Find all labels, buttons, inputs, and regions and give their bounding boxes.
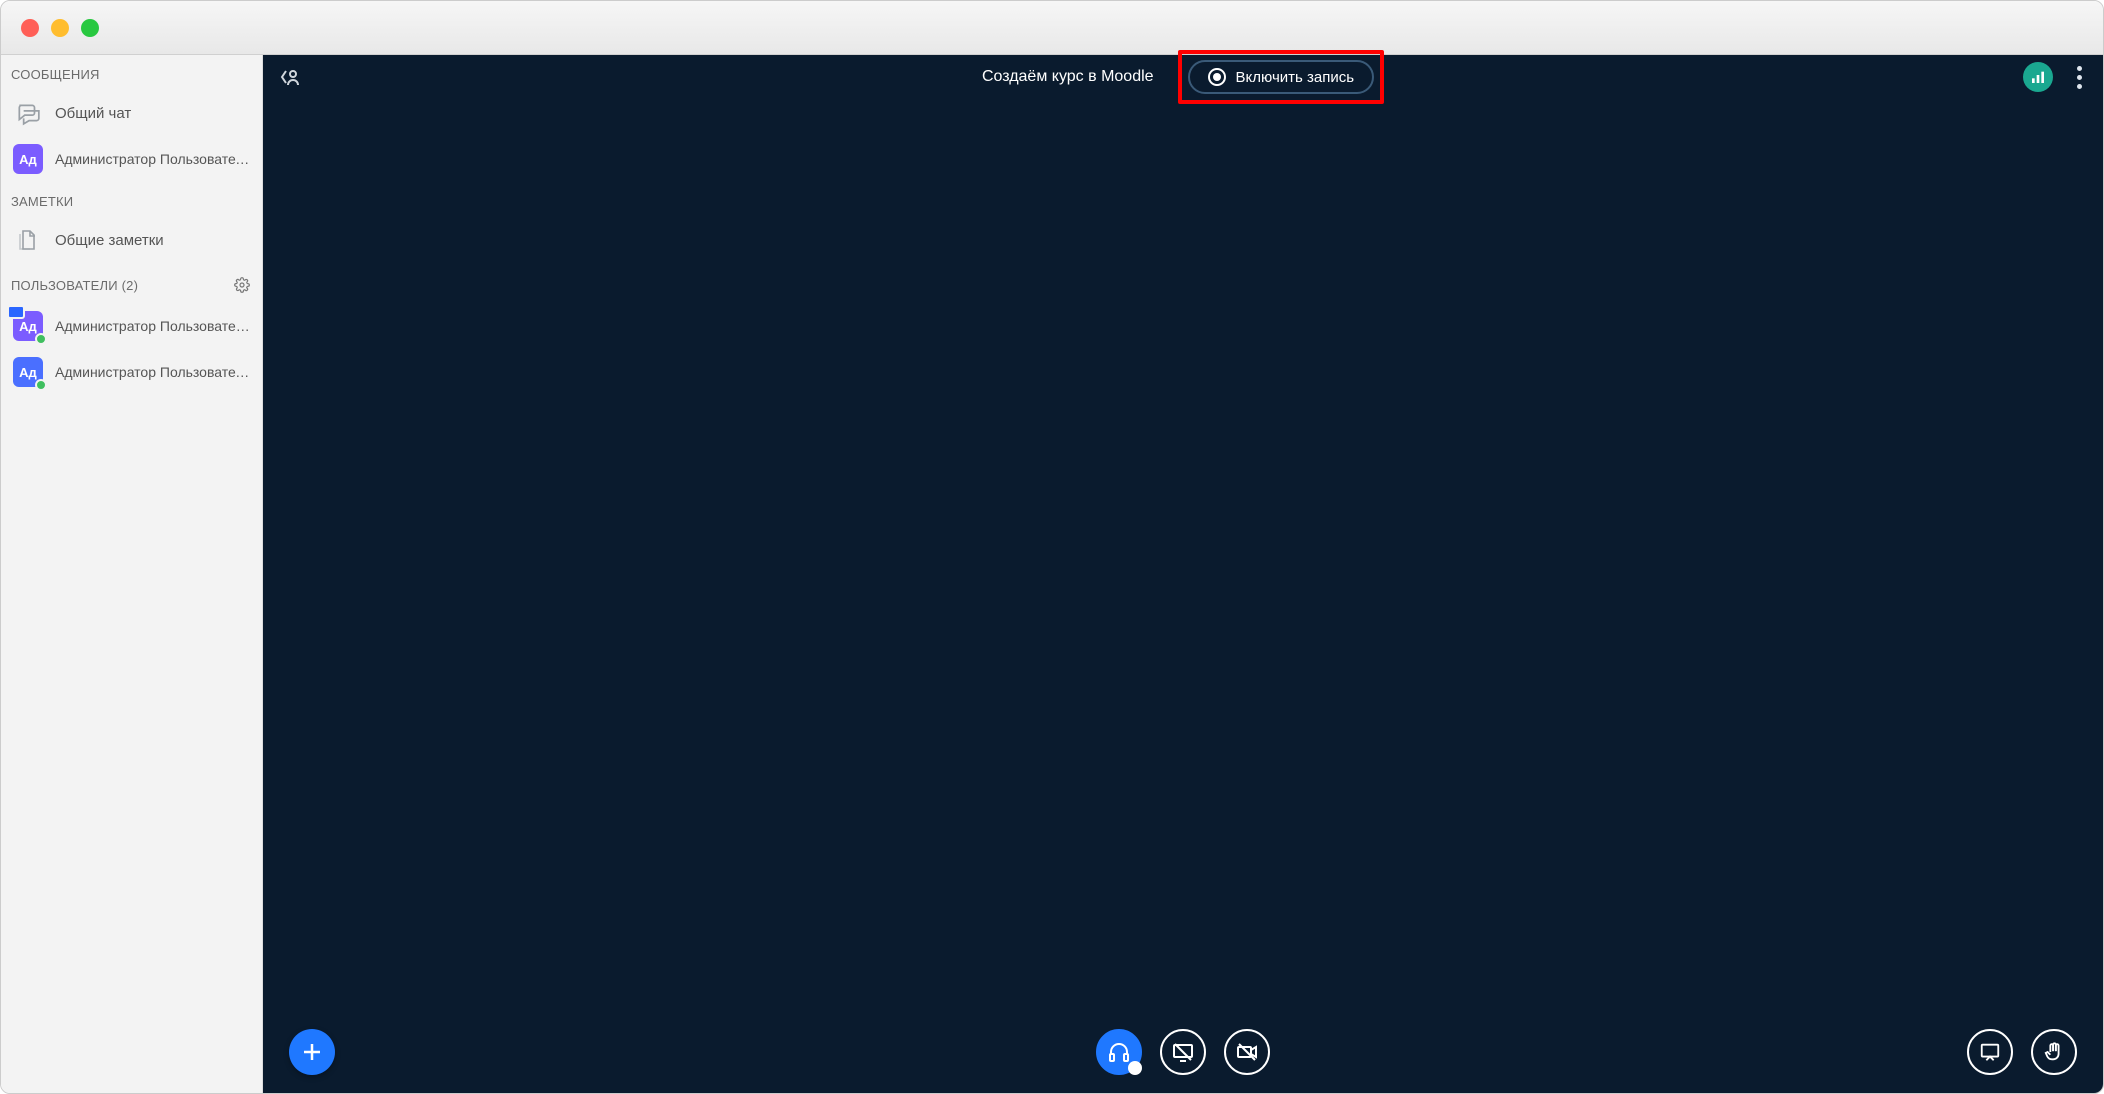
app-body: СООБЩЕНИЯ Общий чат Ад Администратор Пол… — [1, 55, 2103, 1093]
users-settings-button[interactable] — [232, 275, 252, 295]
media-controls — [1096, 1029, 1270, 1075]
webcam-button[interactable] — [1224, 1029, 1270, 1075]
shared-notes-label: Общие заметки — [55, 232, 164, 249]
avatar-initials: Ад — [19, 152, 37, 167]
plus-icon — [300, 1040, 324, 1064]
titlebar — [1, 1, 2103, 55]
shared-notes-item[interactable]: Общие заметки — [1, 217, 262, 263]
user-list-item[interactable]: Ад Администратор Пользовате...(Вы) — [1, 303, 262, 349]
toggle-userlist-button[interactable] — [277, 65, 301, 89]
avatar: Ад — [13, 311, 43, 341]
start-recording-button[interactable]: Включить запись — [1188, 60, 1375, 94]
messages-section-header: СООБЩЕНИЯ — [1, 55, 262, 90]
avatar-initials: Ад — [19, 319, 37, 334]
users-header-label: ПОЛЬЗОВАТЕЛИ (2) — [11, 278, 138, 293]
avatar-initials: Ад — [19, 365, 37, 380]
user-name-label: Администратор Пользователь — [55, 364, 250, 380]
sidebar: СООБЩЕНИЯ Общий чат Ад Администратор Пол… — [1, 55, 263, 1093]
camera-off-icon — [1235, 1040, 1259, 1064]
share-screen-button[interactable] — [1160, 1029, 1206, 1075]
options-menu-button[interactable] — [2069, 64, 2089, 90]
status-online-icon — [35, 379, 47, 391]
gear-icon — [234, 277, 250, 293]
public-chat-item[interactable]: Общий чат — [1, 90, 262, 136]
topbar: Создаём курс в Moodle Включить запись — [263, 55, 2103, 99]
window-maximize-button[interactable] — [81, 19, 99, 37]
restore-presentation-button[interactable] — [1967, 1029, 2013, 1075]
notes-section-header: ЗАМЕТКИ — [1, 182, 262, 217]
record-button-highlight: Включить запись — [1178, 50, 1385, 104]
right-controls — [1967, 1029, 2077, 1075]
connection-status-button[interactable] — [2023, 62, 2053, 92]
presentation-area[interactable] — [263, 99, 2103, 1093]
topbar-right — [2023, 62, 2089, 92]
private-chat-item[interactable]: Ад Администратор Пользователь — [1, 136, 262, 182]
room-title: Создаём курс в Moodle — [982, 68, 1154, 86]
window-minimize-button[interactable] — [51, 19, 69, 37]
bottom-toolbar — [263, 1029, 2103, 1075]
messages-header-label: СООБЩЕНИЯ — [11, 67, 100, 82]
avatar: Ад — [13, 144, 43, 174]
topbar-center: Создаём курс в Moodle Включить запись — [263, 50, 2103, 104]
raise-hand-button[interactable] — [2031, 1029, 2077, 1075]
signal-bars-icon — [2030, 69, 2046, 85]
status-online-icon — [35, 333, 47, 345]
avatar: Ад — [13, 357, 43, 387]
chevron-person-icon — [277, 65, 301, 89]
user-name-label: Администратор Пользовате...(Вы) — [55, 318, 250, 334]
document-icon — [13, 225, 43, 255]
users-section-header: ПОЛЬЗОВАТЕЛИ (2) — [1, 263, 262, 303]
main-area: Создаём курс в Moodle Включить запись — [263, 55, 2103, 1093]
notes-header-label: ЗАМЕТКИ — [11, 194, 73, 209]
presenter-badge-icon — [7, 305, 25, 319]
record-button-label: Включить запись — [1236, 69, 1355, 86]
raise-hand-icon — [2043, 1041, 2065, 1063]
app-window: СООБЩЕНИЯ Общий чат Ад Администратор Пол… — [0, 0, 2104, 1094]
private-chat-user-label: Администратор Пользователь — [55, 151, 250, 167]
user-list-item[interactable]: Ад Администратор Пользователь — [1, 349, 262, 395]
share-screen-off-icon — [1171, 1040, 1195, 1064]
chat-icon — [13, 98, 43, 128]
presentation-icon — [1979, 1041, 2001, 1063]
actions-plus-button[interactable] — [289, 1029, 335, 1075]
topbar-left — [277, 65, 301, 89]
window-close-button[interactable] — [21, 19, 39, 37]
kebab-icon — [2077, 66, 2082, 71]
public-chat-label: Общий чат — [55, 105, 131, 122]
headphones-icon — [1107, 1040, 1131, 1064]
audio-button[interactable] — [1096, 1029, 1142, 1075]
record-icon — [1208, 68, 1226, 86]
